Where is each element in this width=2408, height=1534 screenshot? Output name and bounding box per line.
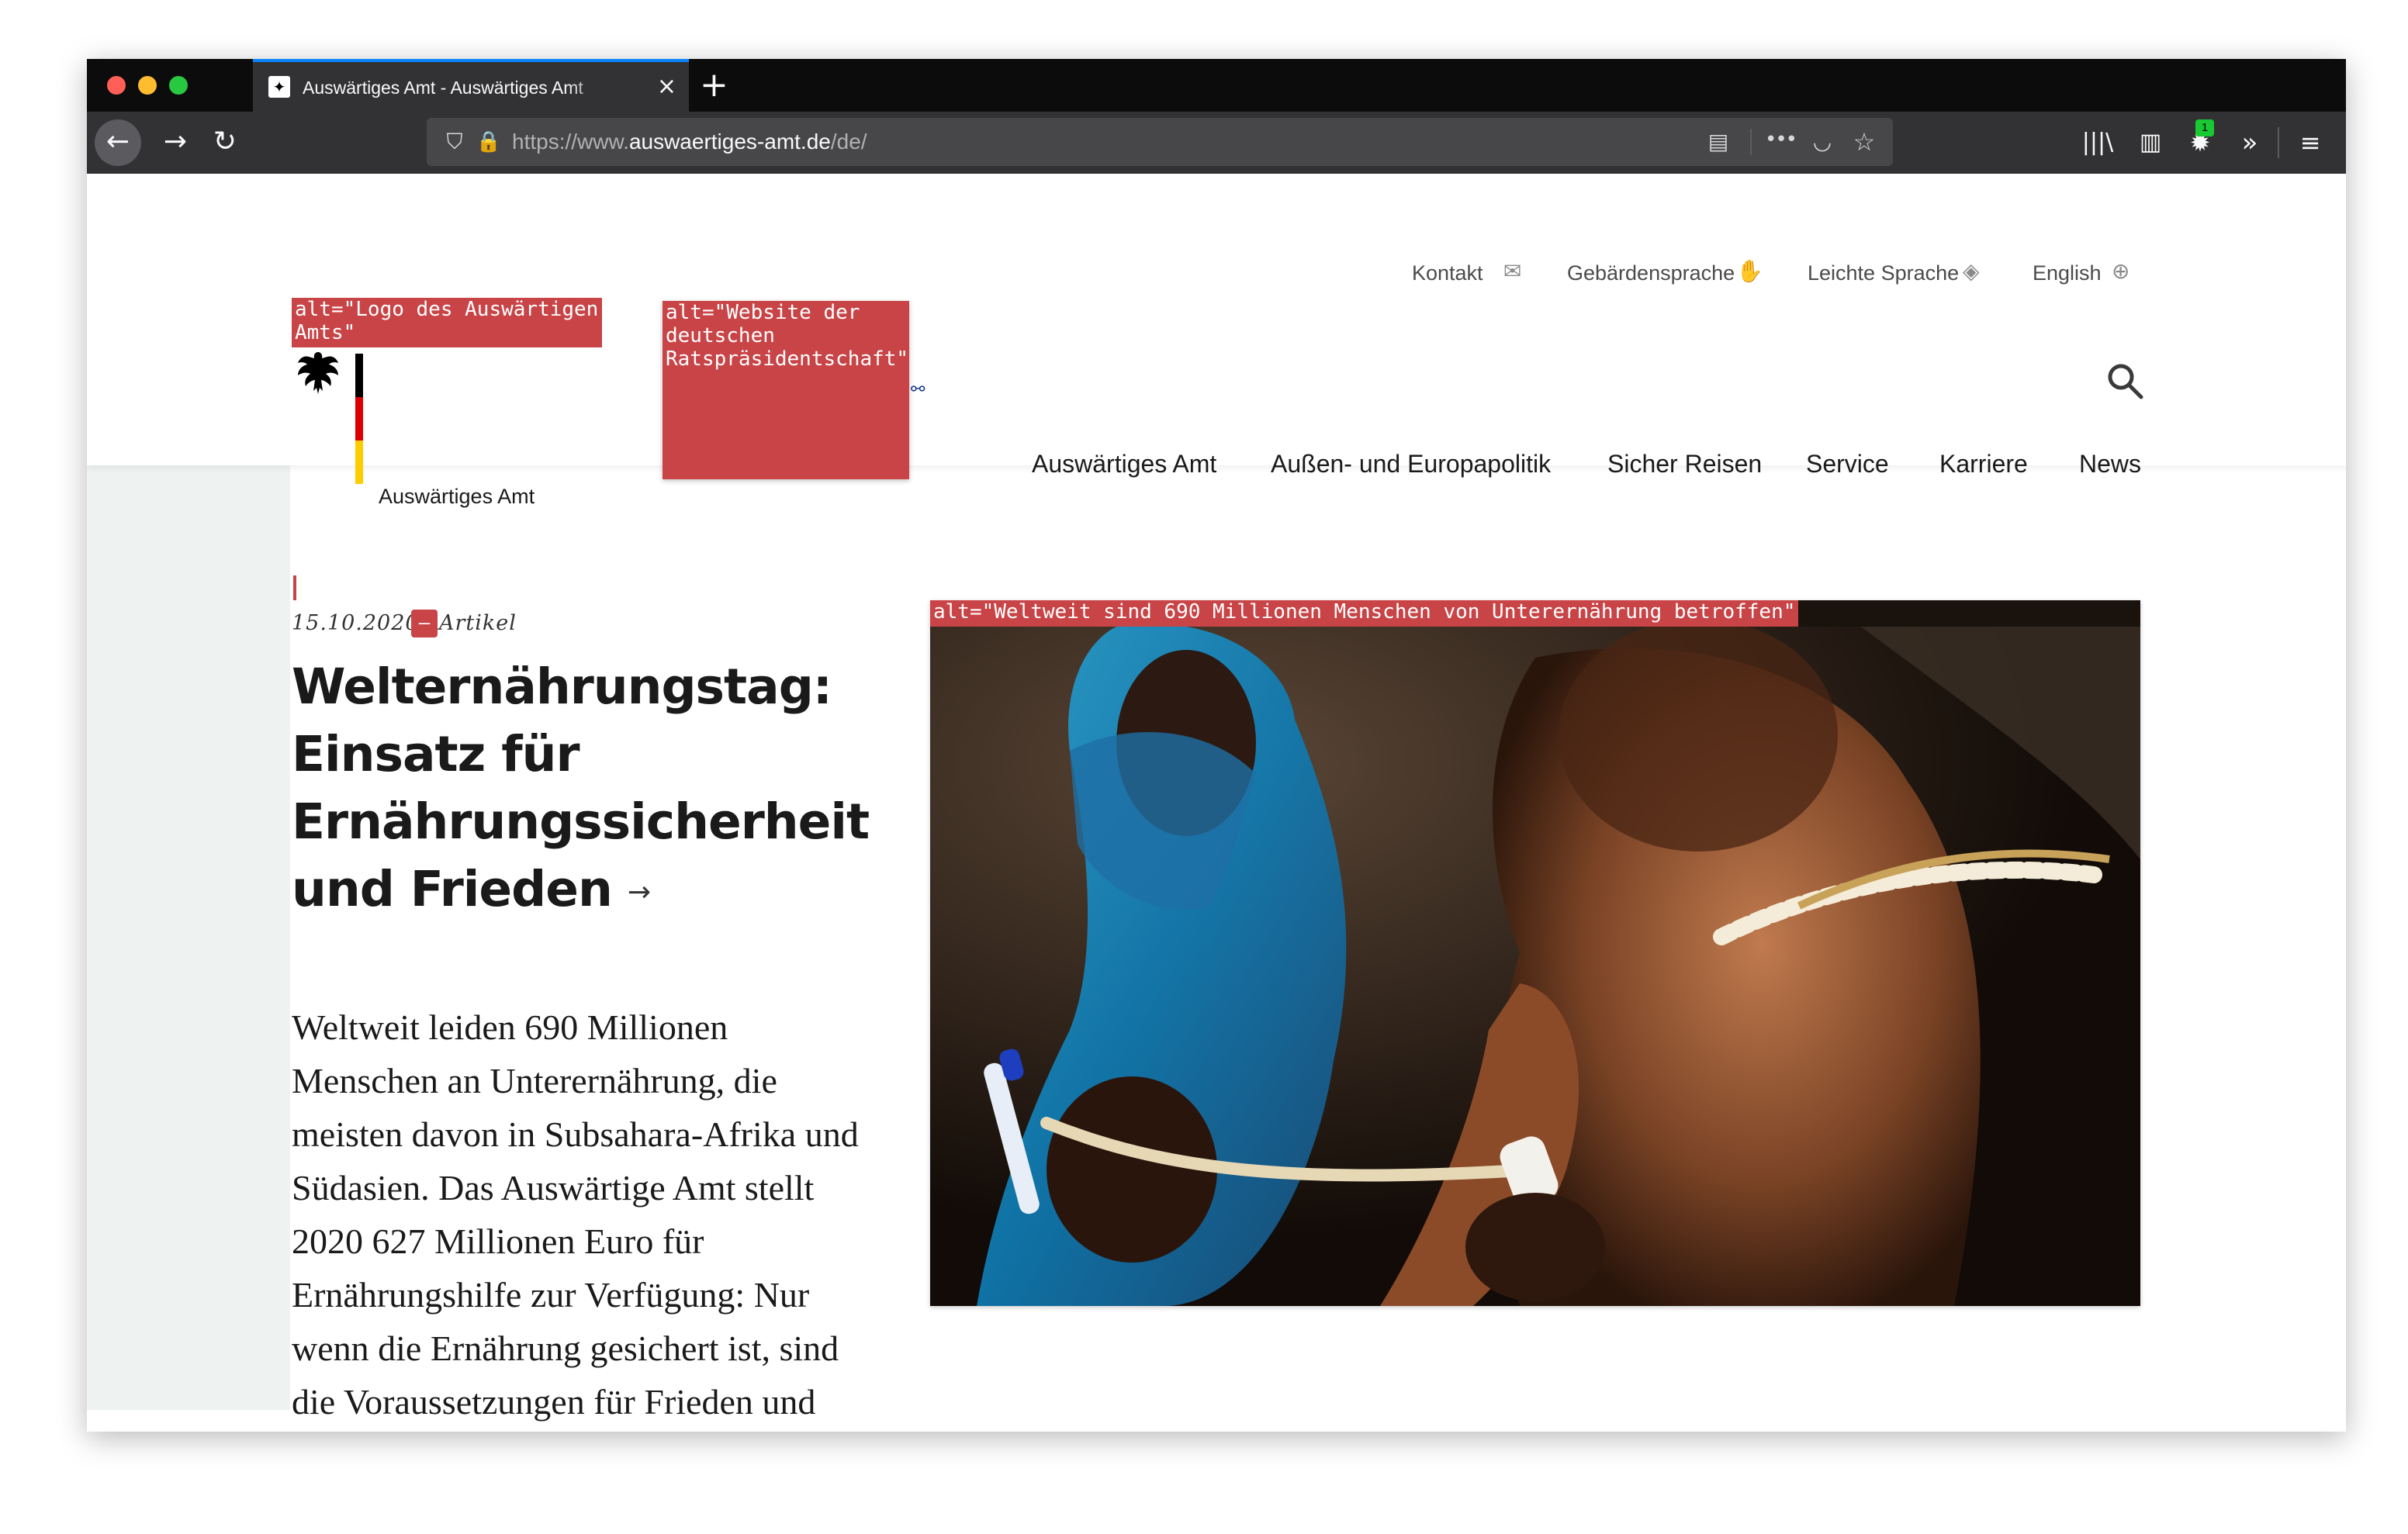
close-tab-icon[interactable]: × — [657, 71, 676, 102]
globe-icon[interactable]: ⊕ — [2112, 254, 2129, 288]
browser-tab-active[interactable]: ✦ Auswärtiges Amt - Auswärtiges Amt × — [253, 59, 689, 112]
main-nav-auswaertiges-amt[interactable]: Auswärtiges Amt — [1032, 445, 1216, 482]
tab-title: Auswärtiges Amt - Auswärtiges Amt — [303, 78, 583, 98]
site-header: Kontakt ✉ Gebärdensprache ✋ Leichte Spra… — [87, 174, 2346, 508]
urlbar-divider — [1750, 129, 1752, 155]
browser-titlebar: ✦ Auswärtiges Amt - Auswärtiges Amt × + — [87, 59, 2346, 112]
teaser-photo — [930, 627, 2140, 1306]
eagle-favicon-icon: ✦ — [268, 76, 290, 98]
teaser-headline[interactable]: Welternährungstag: Einsatz für Ernährung… — [292, 658, 870, 917]
logo-text[interactable]: Auswärtiges Amt — [379, 481, 535, 512]
teaser-date: 15.10.2020 — [292, 611, 420, 635]
lock-icon[interactable]: 🔒 — [475, 124, 503, 160]
teaser-image-alt-text: alt="Weltweit sind 690 Millionen Mensche… — [930, 600, 1799, 627]
forward-button[interactable]: → — [152, 119, 199, 166]
web-page: Kontakt ✉ Gebärdensprache ✋ Leichte Spra… — [87, 174, 2346, 1432]
zoom-window-button[interactable] — [169, 76, 188, 95]
hand-icon[interactable]: ✋ — [1736, 254, 1763, 288]
pocket-icon[interactable]: ◡ — [1804, 124, 1840, 160]
reader-view-icon[interactable]: ▤ — [1700, 124, 1736, 160]
reload-button[interactable]: ↻ — [202, 119, 248, 166]
presidency-logo-icon[interactable]: ⚯ — [911, 378, 925, 402]
url-bar[interactable]: ⛉ 🔒 https://www.auswaertiges-amt.de/de/ … — [427, 118, 1893, 166]
tracking-protection-shield-icon[interactable]: ⛉ — [439, 124, 470, 160]
main-nav-service[interactable]: Service — [1806, 445, 1889, 482]
new-tab-button[interactable]: + — [700, 64, 728, 107]
teaser-type: Artikel — [439, 611, 517, 635]
overflow-menu-icon[interactable]: » — [2230, 123, 2270, 163]
page-actions-more-icon[interactable]: ••• — [1761, 124, 1800, 160]
logo-alt-text[interactable]: alt="Logo des Auswärtigen Amts" — [292, 298, 602, 347]
extension-badge: 1 — [2195, 119, 2214, 136]
teaser-body-text: Weltweit leiden 690 Millionen Menschen a… — [292, 1007, 859, 1422]
toolbar-divider — [2278, 127, 2279, 158]
teaser-image[interactable]: alt="Weltweit sind 690 Millionen Mensche… — [930, 600, 2140, 1306]
service-link-leichte-sprache[interactable]: Leichte Sprache — [1808, 256, 1959, 290]
decorative-side-stripe — [87, 465, 290, 1410]
service-link-english[interactable]: English — [2033, 256, 2102, 290]
flag-black-stripe — [355, 354, 363, 397]
teaser-headline-link[interactable]: Welternährungstag: Einsatz für Ernährung… — [292, 653, 881, 926]
flag-red-stripe — [355, 397, 363, 441]
service-link-kontakt[interactable]: Kontakt — [1412, 256, 1483, 290]
minimize-window-button[interactable] — [138, 76, 157, 95]
browser-toolbar: ← → ↻ ⛉ 🔒 https://www.auswaertiges-amt.d… — [87, 112, 2346, 174]
close-window-button[interactable] — [107, 76, 126, 95]
teaser-accent-marker — [293, 575, 296, 600]
url-text[interactable]: https://www.auswaertiges-amt.de/de/ — [512, 127, 867, 157]
bookmark-star-icon[interactable]: ☆ — [1846, 124, 1882, 160]
url-prefix: https://www. — [512, 130, 629, 154]
main-nav-sicher-reisen[interactable]: Sicher Reisen — [1607, 445, 1762, 482]
search-svg — [2108, 364, 2143, 399]
arrow-right-icon[interactable]: → — [628, 876, 651, 908]
mail-icon[interactable]: ✉ — [1503, 254, 1521, 288]
easy-language-icon[interactable]: ◈ — [1963, 254, 1980, 288]
service-link-gebaerdensprache[interactable]: Gebärdensprache — [1567, 256, 1735, 290]
teaser-separator: – — [411, 610, 438, 637]
search-icon[interactable] — [2104, 360, 2147, 403]
browser-window: ✦ Auswärtiges Amt - Auswärtiges Amt × + … — [87, 59, 2346, 1432]
back-button[interactable]: ← — [95, 119, 141, 166]
main-nav-news[interactable]: News — [2079, 445, 2141, 482]
main-nav-karriere[interactable]: Karriere — [1939, 445, 2028, 482]
library-icon[interactable]: |||\ — [2078, 123, 2118, 163]
eagle-svg — [298, 352, 338, 394]
flag-gold-stripe — [355, 441, 363, 484]
sidebar-icon[interactable]: ▥ — [2130, 123, 2171, 163]
url-path: /de/ — [830, 130, 867, 154]
url-host: auswaertiges-amt.de — [628, 130, 831, 154]
hamburger-menu-icon[interactable]: ≡ — [2290, 123, 2330, 163]
german-flag-bar — [355, 354, 363, 484]
presidency-alt-text[interactable]: alt="Website der deutschen Ratspräsident… — [663, 301, 909, 479]
federal-eagle-icon[interactable] — [293, 347, 343, 400]
main-nav-aussen-europapolitik[interactable]: Außen- und Europapolitik — [1271, 445, 1551, 482]
